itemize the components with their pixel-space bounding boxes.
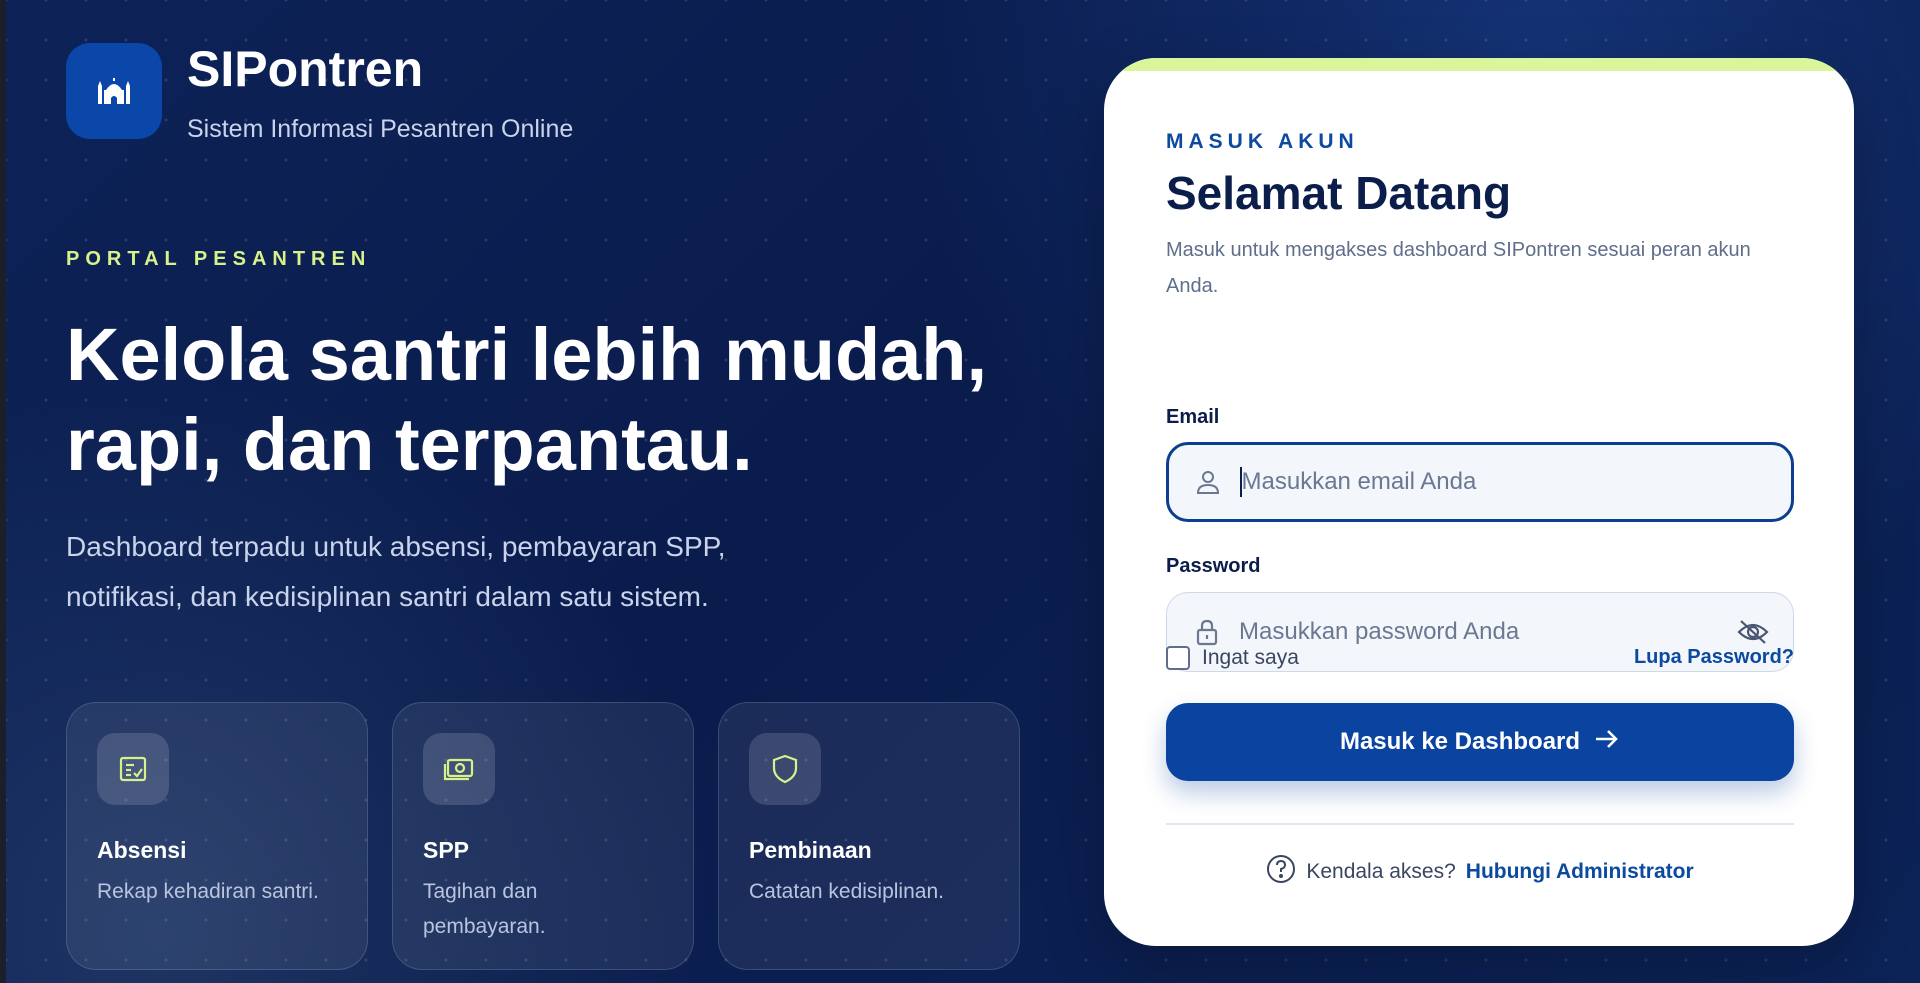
shield-icon [749,733,821,805]
login-submit-button[interactable]: Masuk ke Dashboard [1166,703,1794,781]
help-text: Kendala akses? [1306,859,1456,883]
question-circle-icon [1266,854,1296,889]
login-card: MASUK AKUN Selamat Datang Masuk untuk me… [1104,58,1854,946]
brand-subtitle: Sistem Informasi Pesantren Online [187,115,574,143]
feature-card-pembinaan: Pembinaan Catatan kedisiplinan. [718,702,1020,970]
feature-card-absensi: Absensi Rekap kehadiran santri. [66,702,368,970]
remember-me[interactable]: Ingat saya [1166,646,1299,670]
submit-label: Masuk ke Dashboard [1339,728,1581,755]
hero-headline: Kelola santri lebih mudah, rapi, dan ter… [66,310,1046,490]
feature-title: Absensi [97,837,187,863]
feature-desc: Catatan kedisiplinan. [749,880,944,903]
login-page: SIPontren Sistem Informasi Pesantren Onl… [6,0,1920,983]
feature-title: Pembinaan [749,837,872,863]
headline-line-2: rapi, dan terpantau. [66,403,753,486]
attendance-icon [97,733,169,805]
login-description: Masuk untuk mengakses dashboard SIPontre… [1166,239,1751,297]
login-title: Selamat Datang [1166,167,1512,219]
email-label: Email [1166,406,1220,428]
feature-cards: Absensi Rekap kehadiran santri. SPP Tagi… [66,702,1020,970]
lock-icon [1191,616,1223,648]
user-icon [1192,466,1224,498]
brand: SIPontren Sistem Informasi Pesantren Onl… [66,43,573,144]
help-row: Kendala akses? Hubungi Administrator [1166,854,1794,889]
eye-off-icon[interactable] [1737,616,1769,648]
feature-title: SPP [423,837,470,863]
password-input[interactable] [1239,618,1737,646]
password-label: Password [1166,555,1261,577]
hero-eyebrow: PORTAL PESANTREN [66,248,372,270]
email-input[interactable] [1241,468,1769,496]
feature-desc: Rekap kehadiran santri. [97,880,319,903]
money-icon [423,733,495,805]
email-field[interactable] [1166,442,1794,522]
remember-label: Ingat saya [1202,646,1299,669]
lead-line-2: notifikasi, dan kedisiplinan santri dala… [66,581,709,612]
hero-lead: Dashboard terpadu untuk absensi, pembaya… [66,522,846,622]
headline-line-1: Kelola santri lebih mudah, [66,313,988,396]
brand-name: SIPontren [187,41,424,97]
remember-checkbox[interactable] [1166,646,1190,670]
mosque-icon [66,43,162,139]
lead-line-1: Dashboard terpadu untuk absensi, pembaya… [66,531,726,562]
feature-desc: Tagihan dan pembayaran. [423,880,546,938]
card-accent-bar [1104,58,1854,71]
forgot-password-link[interactable]: Lupa Password? [1634,646,1794,669]
feature-card-spp: SPP Tagihan dan pembayaran. [392,702,694,970]
arrow-right-icon [1594,727,1620,758]
contact-admin-link[interactable]: Hubungi Administrator [1466,860,1694,884]
divider [1166,823,1794,825]
login-eyebrow: MASUK AKUN [1166,130,1359,153]
